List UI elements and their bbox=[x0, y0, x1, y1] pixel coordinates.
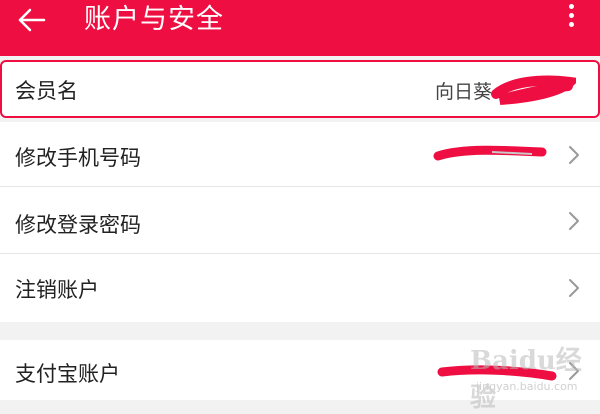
watermark-main: Baidu经验 bbox=[470, 346, 582, 413]
arrow-left-icon bbox=[18, 8, 46, 32]
change-password-label: 修改登录密码 bbox=[15, 213, 141, 237]
member-name-value: 向日葵 bbox=[435, 81, 493, 103]
member-name-row[interactable]: 会员名 向日葵 bbox=[0, 60, 600, 118]
redaction-mark bbox=[491, 75, 576, 105]
change-phone-label: 修改手机号码 bbox=[15, 146, 141, 170]
chevron-right-icon bbox=[569, 146, 579, 164]
member-name-label: 会员名 bbox=[15, 79, 78, 103]
page-title: 账户与安全 bbox=[84, 4, 224, 35]
cancel-account-row[interactable]: 注销账户 bbox=[0, 254, 600, 322]
back-button[interactable] bbox=[14, 4, 54, 40]
baidu-watermark: Baidu经验 jingyan.baidu.com bbox=[458, 340, 588, 413]
more-button[interactable] bbox=[556, 0, 600, 30]
chevron-right-icon bbox=[569, 212, 579, 230]
change-password-row[interactable]: 修改登录密码 bbox=[0, 187, 600, 253]
cancel-account-label: 注销账户 bbox=[15, 278, 99, 302]
section-gap bbox=[0, 322, 600, 340]
watermark-sub: jingyan.baidu.com bbox=[476, 380, 578, 393]
change-phone-row[interactable]: 修改手机号码 bbox=[0, 122, 600, 186]
app-header: 账户与安全 bbox=[0, 0, 600, 56]
chevron-right-icon bbox=[569, 279, 579, 297]
redaction-mark bbox=[433, 145, 547, 161]
alipay-account-label: 支付宝账户 bbox=[15, 362, 120, 386]
